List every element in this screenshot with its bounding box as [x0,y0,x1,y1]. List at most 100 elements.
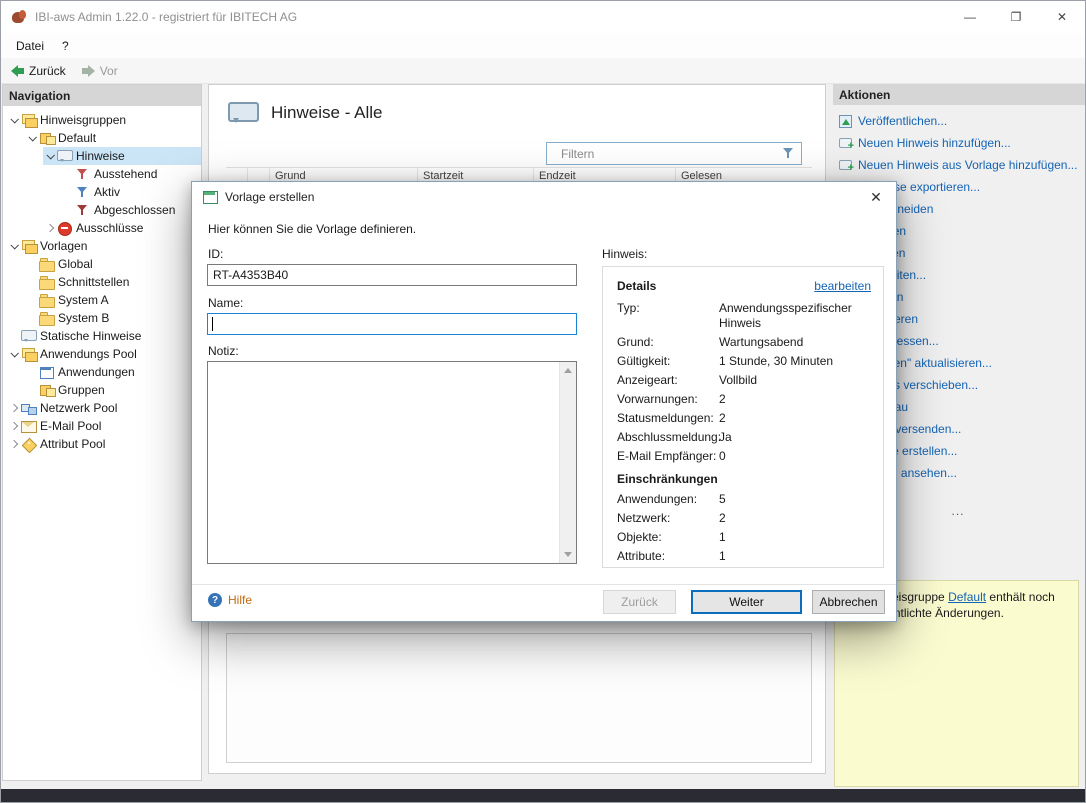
maximize-button[interactable]: ❐ [993,1,1039,33]
dialog-icon [203,190,218,204]
forward-button[interactable]: Vor [81,64,118,78]
filter-funnel-icon[interactable] [781,146,797,161]
detail-row: Gültigkeit: 1 Stunde, 30 Minuten [617,354,834,368]
app-window: IBI-aws Admin 1.22.0 - registriert für I… [0,0,1086,803]
hint-bubble-icon [227,100,259,126]
name-label: Name: [208,296,244,310]
groups-icon [21,113,38,128]
scroll-down-icon[interactable] [560,547,576,563]
tree-item-schnittstellen[interactable]: Schnittstellen [3,273,201,291]
actions-header: Aktionen [833,84,1085,105]
detail-row: Anwendungen: 5 [617,492,726,506]
tree-item-system-b[interactable]: System B [3,309,201,327]
hint-summary-panel: Details bearbeiten Typ: Anwendungsspezifi… [602,266,884,568]
dialog-intro-text: Hier können Sie die Vorlage definieren. [208,222,417,236]
chevron-right-icon[interactable] [7,403,21,413]
navigation-panel: Navigation Hinweisgruppen Default Hinwei… [2,84,202,781]
tree-item-attribut-pool[interactable]: Attribut Pool [3,435,201,453]
help-icon [208,593,222,607]
tree-item-statische-hinweise[interactable]: Statische Hinweise [3,327,201,345]
abbrechen-button[interactable]: Abbrechen [812,590,885,614]
tree-item-abgeschlossen[interactable]: Abgeschlossen [3,201,201,219]
chevron-down-icon[interactable] [7,349,21,358]
add-hint-from-template-icon [839,159,854,175]
folder-icon [39,257,55,272]
tree-item-hinweisgruppen[interactable]: Hinweisgruppen [3,111,201,129]
navigation-tree: Hinweisgruppen Default Hinweise Ausstehe… [3,106,201,453]
folder-icon [39,311,55,326]
tree-item-anwendungen[interactable]: Anwendungen [3,363,201,381]
group-icon [39,383,56,398]
action-neuen-hinweis-aus-vorlage[interactable]: Neuen Hinweis aus Vorlage hinzufügen... [839,158,1079,175]
detail-row: Attribute: 1 [617,549,726,563]
chevron-right-icon[interactable] [7,439,21,449]
funnel-active-icon [75,185,91,200]
tree-item-aktiv[interactable]: Aktiv [3,183,201,201]
filter-box [546,142,802,165]
group-icon [39,131,56,146]
scrollbar[interactable] [559,362,576,563]
toolbar: Zurück Vor [1,58,1085,84]
action-neuen-hinweis-hinzufuegen[interactable]: Neuen Hinweis hinzufügen... [839,136,1079,153]
hinweis-label: Hinweis: [602,247,648,261]
chevron-right-icon[interactable] [7,421,21,431]
minimize-button[interactable]: — [947,1,993,33]
action-veroeffentlichen[interactable]: Veröffentlichen... [839,114,1079,128]
tree-item-hinweise[interactable]: Hinweise [3,147,201,165]
footer-divider [192,584,896,585]
name-field[interactable] [207,313,577,335]
menu-help[interactable]: ? [53,36,78,56]
page-title: Hinweise - Alle [271,103,383,122]
tree-item-netzwerk-pool[interactable]: Netzwerk Pool [3,399,201,417]
notiz-field[interactable] [208,362,559,563]
dialog-close-icon[interactable]: ✕ [862,186,890,208]
id-field[interactable] [207,264,577,286]
weiter-button[interactable]: Weiter [691,590,802,614]
restrictions-header: Einschränkungen [617,472,718,486]
stack-icon [21,347,38,362]
filter-input[interactable] [547,143,781,164]
default-group-link[interactable]: Default [948,590,986,604]
tree-item-system-a[interactable]: System A [3,291,201,309]
window-title: IBI-aws Admin 1.22.0 - registriert für I… [35,10,298,24]
detail-row: Grund: Wartungsabend [617,335,804,349]
window-controls: — ❐ ✕ [947,1,1085,33]
scroll-up-icon[interactable] [560,362,576,378]
detail-row: Anzeigeart: Vollbild [617,373,758,387]
chevron-down-icon[interactable] [7,241,21,250]
zurueck-button[interactable]: Zurück [603,590,676,614]
tree-item-global[interactable]: Global [3,255,201,273]
tree-item-gruppen[interactable]: Gruppen [3,381,201,399]
taskbar-strip [1,789,1085,802]
tree-item-default[interactable]: Default [3,129,201,147]
tree-item-ausschluesse[interactable]: Ausschlüsse [3,219,201,237]
folder-icon [39,293,55,308]
menu-datei[interactable]: Datei [7,36,53,56]
detail-row: Abschlussmeldung: Ja [617,430,732,444]
folder-icon [39,275,55,290]
tree-item-anwendungs-pool[interactable]: Anwendungs Pool [3,345,201,363]
app-logo-icon [11,9,27,25]
bearbeiten-link[interactable]: bearbeiten [814,279,871,293]
chevron-down-icon[interactable] [43,151,57,160]
chevron-down-icon[interactable] [7,115,21,124]
tree-item-vorlagen[interactable]: Vorlagen [3,237,201,255]
back-button[interactable]: Zurück [11,64,66,78]
tree-item-ausstehend[interactable]: Ausstehend [3,165,201,183]
folders-icon [21,239,38,254]
detail-row: Vorwarnungen: 2 [617,392,726,406]
notiz-label: Notiz: [208,344,239,358]
tree-item-email-pool[interactable]: E-Mail Pool [3,417,201,435]
text-caret [212,317,213,331]
mail-icon [21,419,37,434]
dialog-title-bar: Vorlage erstellen ✕ [192,182,896,212]
details-header: Details [617,279,657,293]
chevron-right-icon[interactable] [43,223,57,233]
close-button[interactable]: ✕ [1039,1,1085,33]
hint-detail-pane [226,633,812,763]
help-link[interactable]: Hilfe [208,593,252,607]
chevron-down-icon[interactable] [25,133,39,142]
funnel-done-icon [75,203,91,218]
back-arrow-icon [11,64,24,77]
no-entry-icon [57,221,73,236]
